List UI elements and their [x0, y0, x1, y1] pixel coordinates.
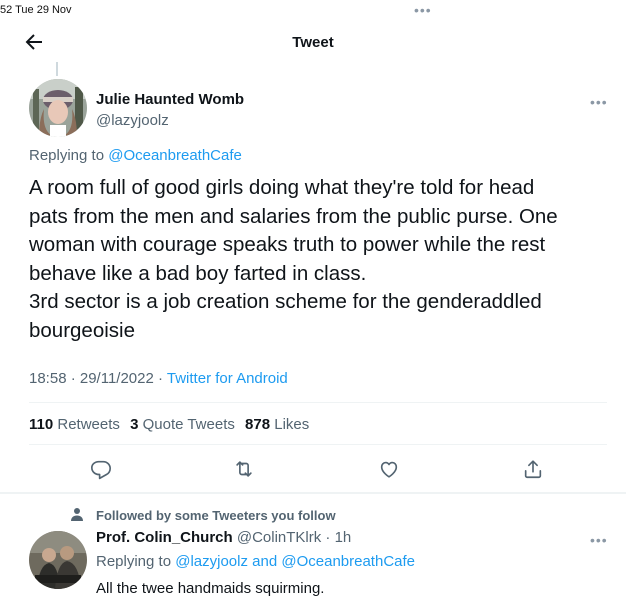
- reply-author-handle[interactable]: @ColinTKlrk · 1h: [233, 529, 351, 546]
- tweet-line: pats from the men and salaries from the …: [29, 204, 558, 228]
- share-icon[interactable]: [522, 458, 544, 480]
- reply-replying-link-2[interactable]: @OceanbreathCafe: [281, 553, 415, 570]
- status-bar: 52 Tue 29 Nov •••: [0, 0, 626, 20]
- likes-label: Likes: [274, 416, 310, 433]
- status-time: 52 Tue 29 Nov: [0, 4, 72, 16]
- likes-stat[interactable]: 878 Likes: [245, 416, 309, 433]
- more-options-icon[interactable]: •••: [590, 94, 608, 110]
- retweets-label: Retweets: [57, 416, 120, 433]
- tweet-meta: 18:58 · 29/11/2022 · Twitter for Android: [29, 370, 288, 387]
- retweet-icon[interactable]: [233, 458, 255, 480]
- section-separator: [0, 492, 626, 494]
- retweets-stat[interactable]: 110 Retweets: [29, 416, 120, 433]
- social-context: Followed by some Tweeters you follow: [96, 508, 336, 523]
- top-header: Tweet: [0, 20, 626, 68]
- like-icon[interactable]: [378, 458, 400, 480]
- reply-text: All the twee handmaids squirming.: [96, 580, 325, 597]
- tweet-text: A room full of good girls doing what the…: [29, 174, 609, 345]
- replying-to: Replying to @OceanbreathCafe: [29, 147, 242, 164]
- divider: [29, 444, 607, 445]
- reply-more-options-icon[interactable]: •••: [590, 532, 608, 548]
- reply-author-name[interactable]: Prof. Colin_Church: [96, 529, 233, 546]
- retweets-count: 110: [29, 416, 54, 433]
- likes-count: 878: [245, 416, 271, 433]
- quotes-label: Quote Tweets: [142, 416, 235, 433]
- author-name[interactable]: Julie Haunted Womb: [96, 91, 244, 108]
- reply-replying-and: and: [247, 553, 282, 570]
- author-handle[interactable]: @lazyjoolz: [96, 112, 169, 129]
- author-avatar[interactable]: [29, 79, 87, 137]
- reply-icon[interactable]: [90, 458, 112, 480]
- thread-connector-line: [56, 62, 58, 76]
- tweet-source-link[interactable]: Twitter for Android: [167, 370, 288, 387]
- reply-author-line: Prof. Colin_Church @ColinTKlrk · 1h: [96, 529, 351, 546]
- tweet-timestamp[interactable]: 18:58 · 29/11/2022 ·: [29, 370, 167, 387]
- tweet-line: woman with courage speaks truth to power…: [29, 233, 546, 256]
- action-bar: [0, 458, 626, 482]
- tweet-stats: 110 Retweets 3 Quote Tweets 878 Likes: [29, 416, 309, 433]
- quotes-count: 3: [130, 416, 139, 433]
- tweet-line: bourgeoisie: [29, 318, 135, 342]
- replying-prefix: Replying to: [29, 147, 109, 164]
- divider: [29, 402, 607, 403]
- tweet-line: behave like a bad boy farted in class.: [29, 261, 367, 285]
- person-icon: [70, 507, 84, 521]
- reply-replying-to: Replying to @lazyjoolz and @OceanbreathC…: [96, 553, 415, 570]
- page-title: Tweet: [292, 34, 334, 51]
- tweet-line: A room full of good girls doing what the…: [29, 176, 535, 199]
- multitask-dots-icon[interactable]: •••: [414, 2, 432, 18]
- reply-author-avatar[interactable]: [29, 531, 87, 589]
- quotes-stat[interactable]: 3 Quote Tweets: [130, 416, 235, 433]
- tweet-line: 3rd sector is a job creation scheme for …: [29, 290, 542, 313]
- reply-replying-prefix: Replying to: [96, 553, 176, 570]
- replying-to-link[interactable]: @OceanbreathCafe: [108, 147, 242, 164]
- reply-replying-link-1[interactable]: @lazyjoolz: [175, 553, 248, 570]
